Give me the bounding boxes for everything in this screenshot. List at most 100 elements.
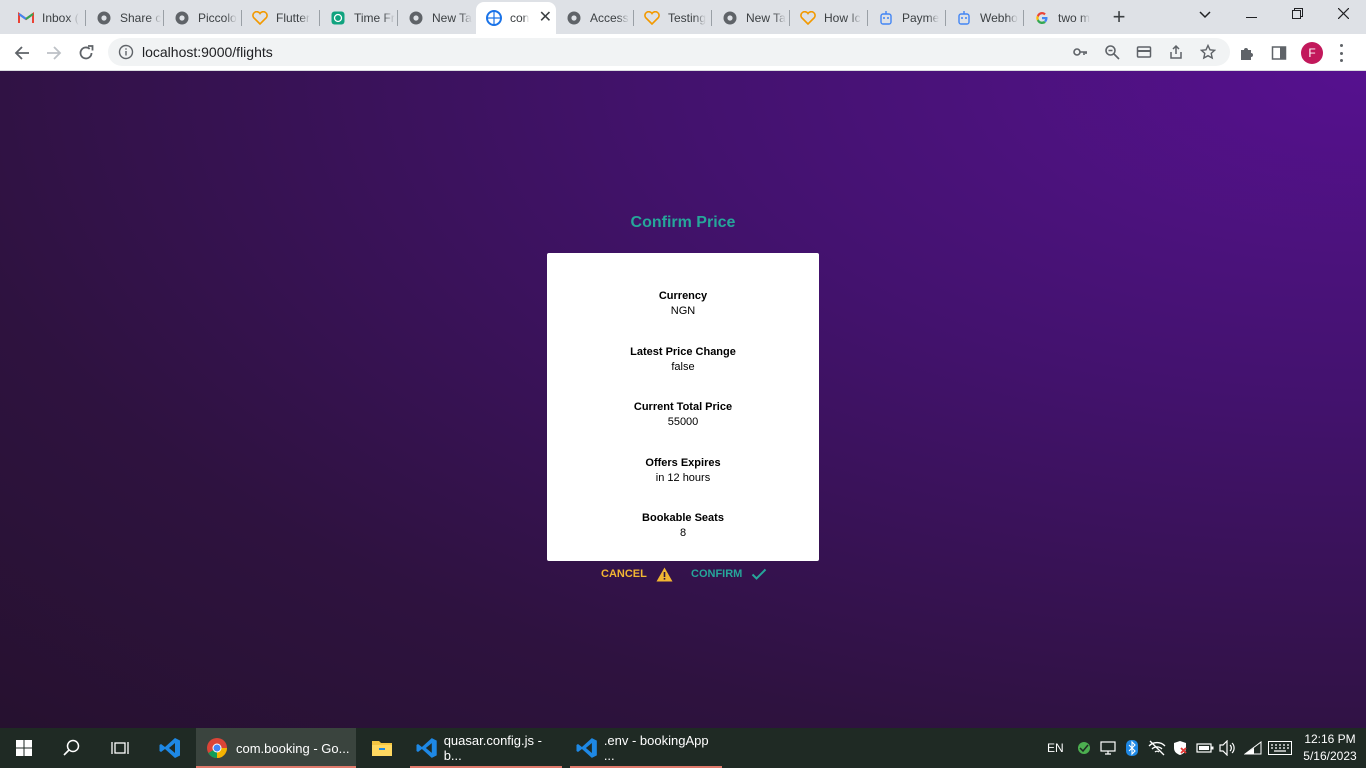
- search-button[interactable]: [48, 728, 96, 768]
- robot-icon: [878, 10, 894, 26]
- tab-4[interactable]: Time Fr: [320, 4, 398, 32]
- app-icon: [486, 10, 502, 26]
- tab-title: Piccolo: [198, 11, 237, 25]
- confirm-button[interactable]: CONFIRM: [691, 564, 767, 584]
- new-tab-button[interactable]: +: [1107, 6, 1131, 30]
- tab-title: Payme: [902, 11, 940, 25]
- system-clock[interactable]: 12:16 PM 5/16/2023: [1300, 731, 1360, 765]
- tab-title: Share c: [120, 11, 162, 25]
- tab-0[interactable]: Inbox (: [8, 4, 86, 32]
- zoom-icon[interactable]: [1104, 44, 1120, 60]
- tab-1[interactable]: Share c: [86, 4, 164, 32]
- tab-10[interactable]: How Ic: [790, 4, 868, 32]
- volume-icon[interactable]: [1219, 728, 1237, 768]
- checkmark-icon: [752, 568, 767, 580]
- google-icon: [1034, 10, 1050, 26]
- info-icon[interactable]: [118, 44, 134, 60]
- tab-title: Access: [590, 11, 629, 25]
- close-window-button[interactable]: [1320, 0, 1366, 30]
- tab-title: Flutter: [276, 11, 311, 25]
- field-label: Latest Price Change: [630, 346, 736, 358]
- field-currency: Currency NGN: [547, 290, 819, 317]
- tab-6-active[interactable]: con ✕: [476, 2, 556, 34]
- robot-icon: [956, 10, 972, 26]
- taskbar-app-quasar-config[interactable]: quasar.config.js - b...: [410, 728, 562, 768]
- tab-11[interactable]: Payme: [868, 4, 946, 32]
- bookmark-star-icon[interactable]: [1199, 43, 1217, 60]
- arrow-right-icon: [47, 46, 62, 60]
- windows-taskbar: com.booking - Go... quasar.config.js - b…: [0, 728, 1366, 768]
- wifi-icon[interactable]: [1244, 728, 1262, 768]
- forward-button[interactable]: [41, 40, 67, 66]
- tab-search-button[interactable]: [1182, 0, 1228, 30]
- chrome-icon: [566, 10, 582, 26]
- heart-icon: [644, 10, 660, 26]
- profile-avatar[interactable]: F: [1301, 42, 1323, 64]
- share-icon[interactable]: [1168, 44, 1184, 60]
- start-button[interactable]: [0, 728, 48, 768]
- tab-7[interactable]: Access: [556, 4, 634, 32]
- back-button[interactable]: [9, 40, 35, 66]
- display-icon[interactable]: [1100, 728, 1116, 768]
- close-icon[interactable]: ✕: [537, 10, 553, 26]
- heart-icon: [800, 10, 816, 26]
- dialog-title: Confirm Price: [630, 214, 736, 231]
- confirm-label: CONFIRM: [691, 568, 743, 580]
- card-icon[interactable]: [1136, 44, 1152, 60]
- tab-title: con: [510, 11, 530, 25]
- minimize-icon: [1245, 17, 1257, 18]
- battery-icon[interactable]: [1196, 728, 1214, 768]
- price-details-card: Currency NGN Latest Price Change false C…: [547, 253, 819, 561]
- field-value: in 12 hours: [655, 472, 711, 484]
- more-menu-icon[interactable]: [1336, 44, 1346, 62]
- cancel-button[interactable]: CANCEL: [601, 564, 673, 584]
- taskbar-app-chrome[interactable]: com.booking - Go...: [196, 728, 356, 768]
- task-view-button[interactable]: [96, 728, 144, 768]
- url-text[interactable]: localhost:9000/flights: [142, 44, 273, 60]
- tab-title: Inbox (: [42, 11, 79, 25]
- taskbar-app-title: quasar.config.js - b...: [443, 733, 542, 763]
- tab-3[interactable]: Flutter: [242, 4, 320, 32]
- security-icon[interactable]: [1172, 728, 1188, 768]
- tab-9[interactable]: New Ta: [712, 4, 790, 32]
- chrome-icon: [207, 738, 228, 759]
- tab-2[interactable]: Piccolo: [164, 4, 242, 32]
- taskbar-app-file-explorer[interactable]: [358, 728, 406, 768]
- vscode-icon: [416, 738, 437, 758]
- address-bar[interactable]: localhost:9000/flights: [108, 38, 1230, 66]
- vscode-icon: [576, 738, 597, 758]
- key-icon[interactable]: [1072, 44, 1088, 60]
- minimize-button[interactable]: [1228, 0, 1274, 30]
- tray-app-icon[interactable]: [1076, 728, 1092, 768]
- clock-time: 12:16 PM: [1304, 732, 1356, 746]
- taskbar-app-title: com.booking - Go...: [236, 740, 350, 756]
- chrome-icon: [96, 10, 112, 26]
- tab-strip: Inbox ( Share c Piccolo Flutter Time Fr …: [0, 0, 1366, 34]
- language-indicator[interactable]: EN: [1047, 728, 1064, 768]
- reload-icon: [79, 45, 94, 60]
- taskbar-app-env[interactable]: .env - bookingApp ...: [570, 728, 722, 768]
- field-value: 55000: [667, 416, 699, 428]
- tab-12[interactable]: Webho: [946, 4, 1024, 32]
- field-bookable-seats: Bookable Seats 8: [547, 512, 819, 539]
- field-value: false: [671, 361, 695, 373]
- reload-button[interactable]: [73, 40, 99, 66]
- bluetooth-icon[interactable]: [1126, 728, 1138, 768]
- tab-title: How Ic: [824, 11, 861, 25]
- tab-title: Webho: [980, 11, 1018, 25]
- field-label: Offers Expires: [645, 457, 721, 469]
- network-offline-icon[interactable]: [1148, 728, 1166, 768]
- windows-icon: [16, 740, 32, 756]
- tab-5[interactable]: New Ta: [398, 4, 476, 32]
- side-panel-icon[interactable]: [1270, 44, 1288, 62]
- tab-8[interactable]: Testing: [634, 4, 712, 32]
- field-value: NGN: [670, 305, 696, 317]
- tab-title: two m: [1058, 11, 1091, 25]
- tab-13[interactable]: two m: [1024, 4, 1102, 32]
- taskbar-app-vscode[interactable]: [146, 728, 194, 768]
- keyboard-icon[interactable]: [1268, 728, 1292, 768]
- chatgpt-icon: [330, 10, 346, 26]
- field-current-total-price: Current Total Price 55000: [547, 401, 819, 428]
- restore-button[interactable]: [1274, 0, 1320, 30]
- extensions-icon[interactable]: [1238, 44, 1256, 62]
